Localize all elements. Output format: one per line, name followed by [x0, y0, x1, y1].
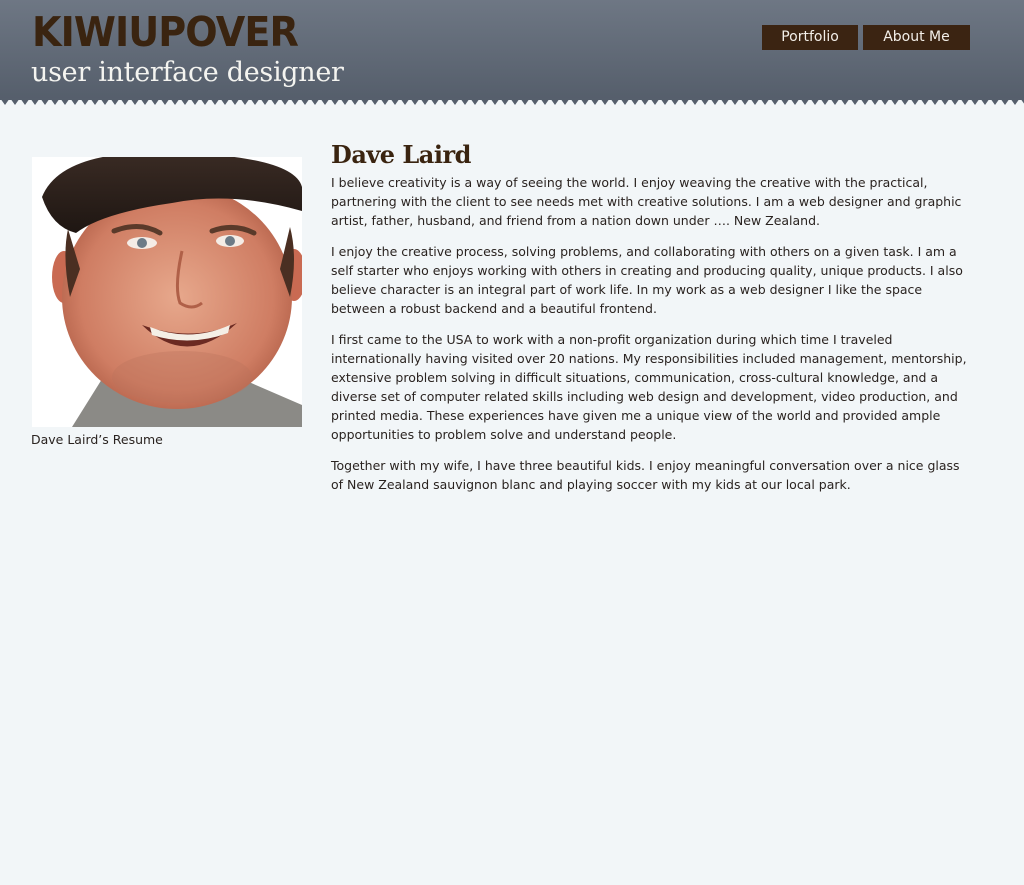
- main-nav: Portfolio About Me: [762, 25, 970, 50]
- portrait-illustration: [32, 157, 302, 427]
- bio-paragraph: I enjoy the creative process, solving pr…: [331, 244, 963, 316]
- about-content: Dave Laird I believe creativity is a way…: [331, 140, 971, 506]
- site-tagline: user interface designer: [31, 57, 344, 88]
- bio-paragraph: I believe creativity is a way of seeing …: [331, 175, 962, 228]
- header-zigzag-edge: [0, 98, 1024, 108]
- resume-link[interactable]: Dave Laird’s Resume: [31, 432, 163, 447]
- bio-paragraph: Together with my wife, I have three beau…: [331, 458, 960, 492]
- site-logo[interactable]: KIWIUPOVER: [32, 6, 299, 58]
- profile-photo: [32, 157, 302, 427]
- nav-about-me-button[interactable]: About Me: [863, 25, 970, 50]
- site-header: KIWIUPOVER user interface designer Portf…: [0, 0, 1024, 100]
- nav-portfolio-button[interactable]: Portfolio: [762, 25, 858, 50]
- page-title: Dave Laird: [331, 140, 471, 169]
- bio-paragraph: I first came to the USA to work with a n…: [331, 332, 967, 442]
